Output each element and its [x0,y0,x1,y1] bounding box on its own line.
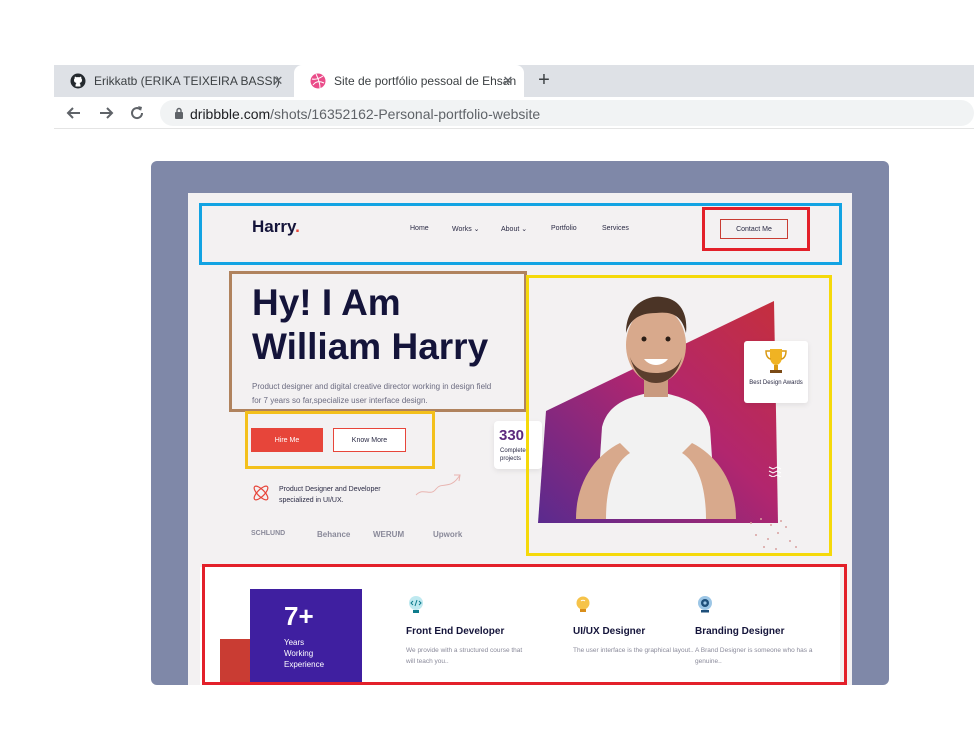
github-icon [70,73,86,89]
forward-arrow-icon[interactable] [96,103,116,123]
address-bar[interactable]: dribbble.com/shots/16352162-Personal-por… [160,100,974,126]
url-text: dribbble.com/shots/16352162-Personal-por… [190,106,540,122]
annotation-box-contact [702,207,810,251]
annotation-box-buttons [245,411,435,469]
projects-count: 330 [499,427,525,444]
brand-schlund: SCHLUND [251,530,286,537]
url-path: /shots/16352162-Personal-portfolio-websi… [270,106,541,122]
squiggle-arrow-icon [415,474,461,496]
tab-dribbble[interactable]: Site de portfólio pessoal de Ehsan ✕ [294,65,524,97]
tab-title: Site de portfólio pessoal de Ehsan [334,74,517,88]
browser-toolbar: dribbble.com/shots/16352162-Personal-por… [54,97,974,129]
new-tab-button[interactable]: + [532,69,556,93]
close-tab-icon[interactable]: ✕ [270,73,286,89]
annotation-box-services [202,564,847,685]
close-tab-icon[interactable]: ✕ [500,73,516,89]
product-designer-text: Product Designer and Developer specializ… [279,486,381,504]
back-arrow-icon[interactable] [64,103,84,123]
tab-title: Erikkatb (ERIKA TEIXEIRA BASSI) [94,74,280,88]
annotation-box-hero-image [526,275,832,556]
brand-upwork: Upwork [433,530,463,539]
annotation-box-hero-text [229,271,527,412]
brand-werum: WERUM [373,530,405,539]
browser-tab-bar: Erikkatb (ERIKA TEIXEIRA BASSI) ✕ Site d… [54,65,974,97]
tab-github[interactable]: Erikkatb (ERIKA TEIXEIRA BASSI) ✕ [54,65,294,97]
reload-icon[interactable] [127,103,147,123]
dribbble-icon [310,73,326,89]
lock-icon [175,107,183,119]
atom-icon [253,485,269,501]
url-host: dribbble.com [190,106,271,122]
brand-behance: Behance [317,530,351,539]
